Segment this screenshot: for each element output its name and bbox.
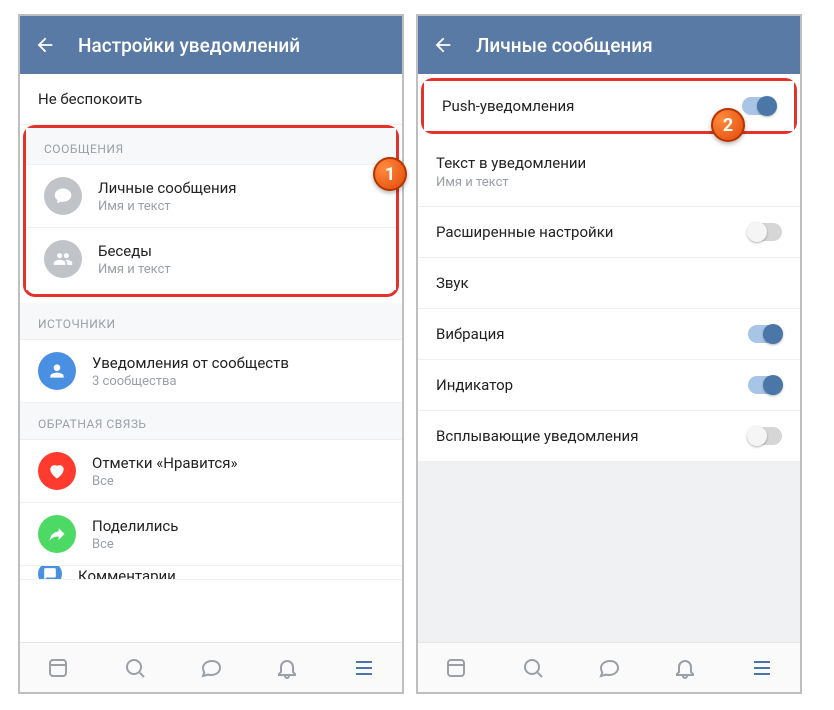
community-icon (38, 352, 76, 390)
push-label: Push-уведомления (442, 97, 742, 115)
do-not-disturb-label: Не беспокоить (38, 90, 142, 108)
sound-row[interactable]: Звук (418, 258, 800, 309)
title-right: Личные сообщения (476, 34, 653, 57)
nav-search-icon[interactable] (520, 655, 546, 681)
personal-messages-row[interactable]: Личные сообщения Имя и текст (26, 165, 396, 228)
back-icon[interactable] (34, 34, 56, 56)
marker-2: 2 (711, 108, 745, 142)
nav-messages-icon[interactable] (198, 655, 224, 681)
chats-title: Беседы (98, 242, 171, 260)
shares-row[interactable]: Поделились Все (20, 503, 402, 566)
indicator-label: Индикатор (436, 376, 748, 394)
nav-notifications-icon[interactable] (274, 655, 300, 681)
nav-feed-icon[interactable] (443, 655, 469, 681)
titlebar-right: Личные сообщения (418, 16, 800, 74)
text-in-notif-sub: Имя и текст (436, 175, 509, 190)
likes-sub: Все (92, 474, 238, 489)
text-in-notif-title: Текст в уведомлении (436, 154, 586, 172)
titlebar-left: Настройки уведомлений (20, 16, 402, 74)
vibration-row[interactable]: Вибрация (418, 309, 800, 360)
section-sources: ИСТОЧНИКИ (20, 303, 402, 340)
chats-row[interactable]: Беседы Имя и текст (26, 228, 396, 290)
share-icon (38, 515, 76, 553)
marker-1: 1 (373, 157, 407, 191)
popup-toggle[interactable] (748, 427, 782, 445)
nav-menu-icon[interactable] (749, 655, 775, 681)
section-feedback: ОБРАТНАЯ СВЯЗЬ (20, 403, 402, 440)
popup-label: Всплывающие уведомления (436, 427, 748, 445)
title-left: Настройки уведомлений (78, 34, 300, 57)
popup-row[interactable]: Всплывающие уведомления (418, 411, 800, 462)
content-left: Не беспокоить СООБЩЕНИЯ Личные сообщения… (20, 74, 402, 642)
vibration-label: Вибрация (436, 325, 748, 343)
shares-sub: Все (92, 537, 178, 552)
bottom-nav-right (418, 642, 800, 692)
likes-title: Отметки «Нравится» (92, 454, 238, 472)
shares-title: Поделились (92, 517, 178, 535)
text-in-notif-row[interactable]: Текст в уведомлении Имя и текст (418, 138, 800, 207)
comment-icon (38, 566, 62, 580)
heart-icon (38, 452, 76, 490)
bottom-nav-left (20, 642, 402, 692)
indicator-toggle[interactable] (748, 376, 782, 394)
advanced-label: Расширенные настройки (436, 223, 748, 241)
do-not-disturb-row[interactable]: Не беспокоить (20, 74, 402, 125)
comments-title: Комментарии (78, 567, 176, 581)
chat-bubble-icon (44, 177, 82, 215)
personal-title: Личные сообщения (98, 179, 237, 197)
section-messages: СООБЩЕНИЯ (26, 128, 396, 165)
chats-sub: Имя и текст (98, 262, 171, 277)
communities-row[interactable]: Уведомления от сообществ 3 сообщества (20, 340, 402, 403)
phone-left: Настройки уведомлений Не беспокоить СООБ… (18, 14, 404, 694)
communities-title: Уведомления от сообществ (92, 354, 289, 372)
advanced-row[interactable]: Расширенные настройки (418, 207, 800, 258)
comments-row[interactable]: Комментарии (20, 566, 402, 580)
highlight-messages: СООБЩЕНИЯ Личные сообщения Имя и текст (23, 125, 399, 297)
advanced-toggle[interactable] (748, 223, 782, 241)
nav-notifications-icon[interactable] (672, 655, 698, 681)
group-icon (44, 240, 82, 278)
phone-right: Личные сообщения Push-уведомления Текст … (416, 14, 802, 694)
indicator-row[interactable]: Индикатор (418, 360, 800, 411)
back-icon[interactable] (432, 34, 454, 56)
nav-search-icon[interactable] (122, 655, 148, 681)
push-toggle[interactable] (742, 97, 776, 115)
sound-label: Звук (436, 274, 782, 292)
empty-area (418, 462, 800, 642)
personal-sub: Имя и текст (98, 199, 237, 214)
content-right: Push-уведомления Текст в уведомлении Имя… (418, 74, 800, 642)
likes-row[interactable]: Отметки «Нравится» Все (20, 440, 402, 503)
nav-menu-icon[interactable] (351, 655, 377, 681)
nav-feed-icon[interactable] (45, 655, 71, 681)
communities-sub: 3 сообщества (92, 374, 289, 389)
nav-messages-icon[interactable] (596, 655, 622, 681)
vibration-toggle[interactable] (748, 325, 782, 343)
